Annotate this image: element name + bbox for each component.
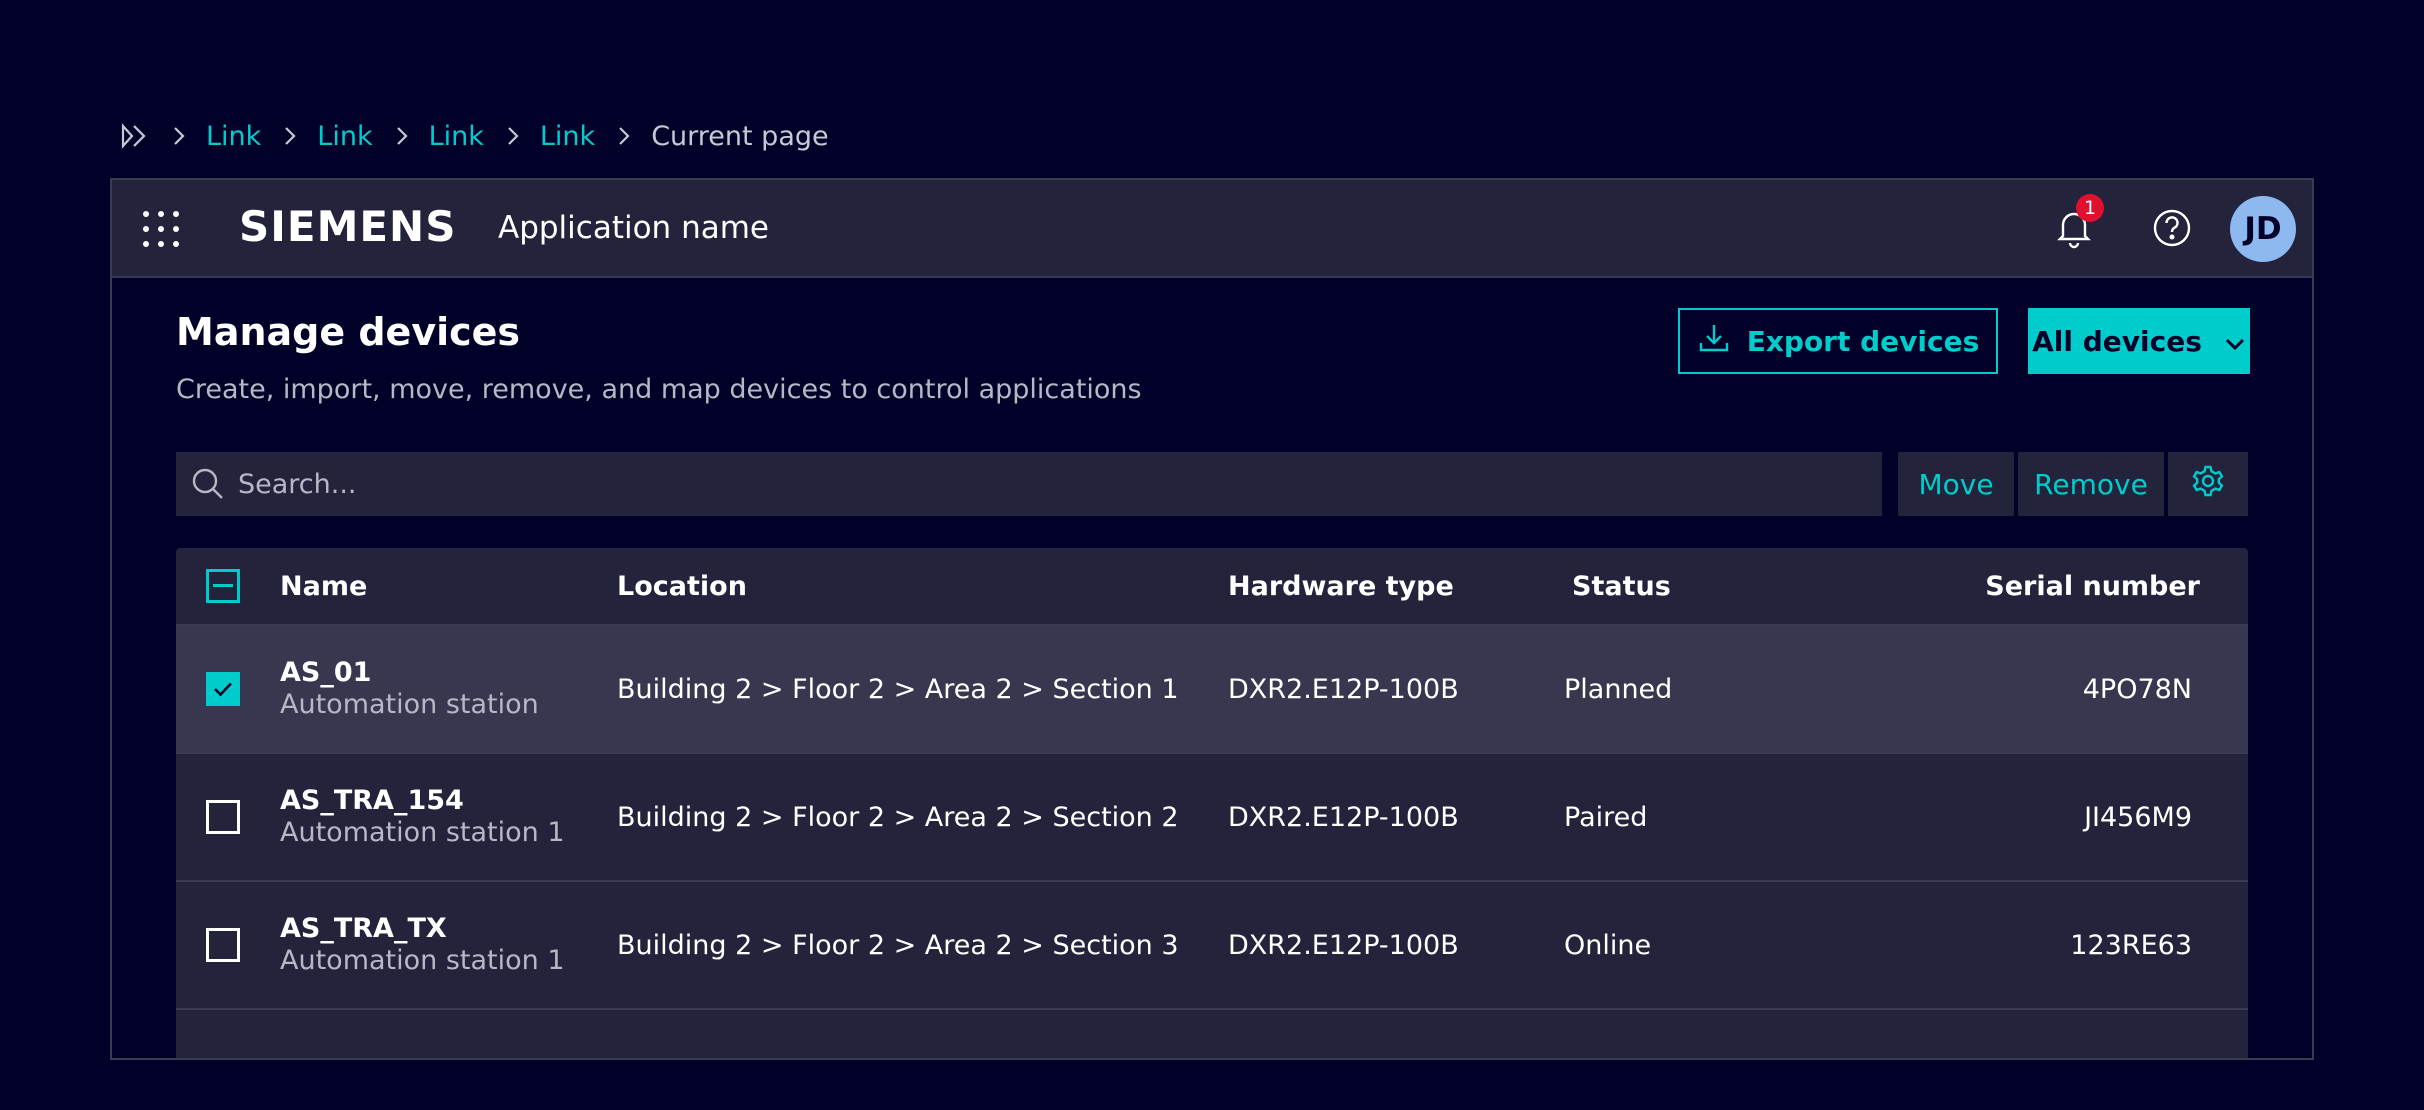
app-switcher-grid-icon[interactable] <box>142 210 180 248</box>
all-devices-dropdown[interactable]: All devices <box>2028 308 2250 374</box>
remove-button[interactable]: Remove <box>2018 452 2164 516</box>
table-row-partial <box>176 1010 2248 1058</box>
brand-logo: SIEMENS <box>239 202 457 251</box>
device-status: Online <box>1564 929 1652 961</box>
search-input[interactable] <box>238 452 1882 516</box>
breadcrumb-root-icon[interactable] <box>120 121 154 151</box>
breadcrumb-current: Current page <box>651 120 829 152</box>
app-header: SIEMENS Application name 1 JD <box>112 180 2312 278</box>
search-icon <box>190 466 226 502</box>
column-header-serial-number[interactable]: Serial number <box>1985 548 2200 624</box>
table-header: Name Location Hardware type Status Seria… <box>176 548 2248 626</box>
chevron-right-icon <box>395 121 411 151</box>
device-name: AS_TRA_TX <box>280 913 447 944</box>
breadcrumb: Link Link Link Link Current page <box>120 118 829 154</box>
device-type: Automation station 1 <box>280 945 565 976</box>
download-icon <box>1697 321 1731 362</box>
chevron-right-icon <box>283 121 299 151</box>
device-hardware-type: DXR2.E12P-100B <box>1228 929 1459 961</box>
row-checkbox[interactable] <box>206 672 240 706</box>
device-location: Building 2 > Floor 2 > Area 2 > Section … <box>617 673 1179 705</box>
column-header-name[interactable]: Name <box>280 548 367 624</box>
table-row[interactable]: AS_TRA_TX Automation station 1 Building … <box>176 882 2248 1010</box>
breadcrumb-link-2[interactable]: Link <box>317 121 372 152</box>
device-type: Automation station 1 <box>280 817 565 848</box>
export-devices-button[interactable]: Export devices <box>1678 308 1998 374</box>
app-frame: SIEMENS Application name 1 JD Manage dev… <box>110 178 2314 1060</box>
page-title: Manage devices <box>176 310 521 354</box>
breadcrumb-link-3[interactable]: Link <box>429 121 484 152</box>
device-hardware-type: DXR2.E12P-100B <box>1228 673 1459 705</box>
chevron-down-icon <box>2224 325 2246 358</box>
settings-button[interactable] <box>2168 452 2248 516</box>
device-serial-number: 123RE63 <box>2070 929 2192 961</box>
device-type: Automation station <box>280 689 539 720</box>
chevron-right-icon <box>172 121 188 151</box>
table-row[interactable]: AS_TRA_154 Automation station 1 Building… <box>176 754 2248 882</box>
device-serial-number: JI456M9 <box>2084 801 2192 833</box>
device-name: AS_01 <box>280 657 372 688</box>
device-hardware-type: DXR2.E12P-100B <box>1228 801 1459 833</box>
page-subtitle: Create, import, move, remove, and map de… <box>176 374 1142 405</box>
breadcrumb-link-1[interactable]: Link <box>206 121 261 152</box>
table-row[interactable]: AS_01 Automation station Building 2 > Fl… <box>176 626 2248 754</box>
device-serial-number: 4PO78N <box>2082 673 2192 705</box>
column-header-status[interactable]: Status <box>1572 548 1671 624</box>
select-all-checkbox[interactable] <box>206 569 240 603</box>
export-devices-label: Export devices <box>1746 324 1980 358</box>
search-box <box>176 452 1882 516</box>
devices-table: Name Location Hardware type Status Seria… <box>176 548 2248 1058</box>
move-button[interactable]: Move <box>1898 452 2014 516</box>
application-name: Application name <box>498 210 769 246</box>
device-name: AS_TRA_154 <box>280 785 464 816</box>
notification-badge: 1 <box>2076 194 2104 222</box>
breadcrumb-link-4[interactable]: Link <box>540 121 595 152</box>
column-header-location[interactable]: Location <box>617 548 747 624</box>
device-location: Building 2 > Floor 2 > Area 2 > Section … <box>617 801 1179 833</box>
all-devices-label: All devices <box>2032 324 2202 358</box>
row-checkbox[interactable] <box>206 928 240 962</box>
column-header-hardware-type[interactable]: Hardware type <box>1228 548 1454 624</box>
help-icon[interactable] <box>2150 206 2194 250</box>
device-status: Paired <box>1564 801 1648 833</box>
gear-icon <box>2191 464 2225 505</box>
chevron-right-icon <box>617 121 633 151</box>
device-location: Building 2 > Floor 2 > Area 2 > Section … <box>617 929 1179 961</box>
row-checkbox[interactable] <box>206 800 240 834</box>
chevron-right-icon <box>506 121 522 151</box>
device-status: Planned <box>1564 673 1673 705</box>
avatar[interactable]: JD <box>2230 196 2296 262</box>
